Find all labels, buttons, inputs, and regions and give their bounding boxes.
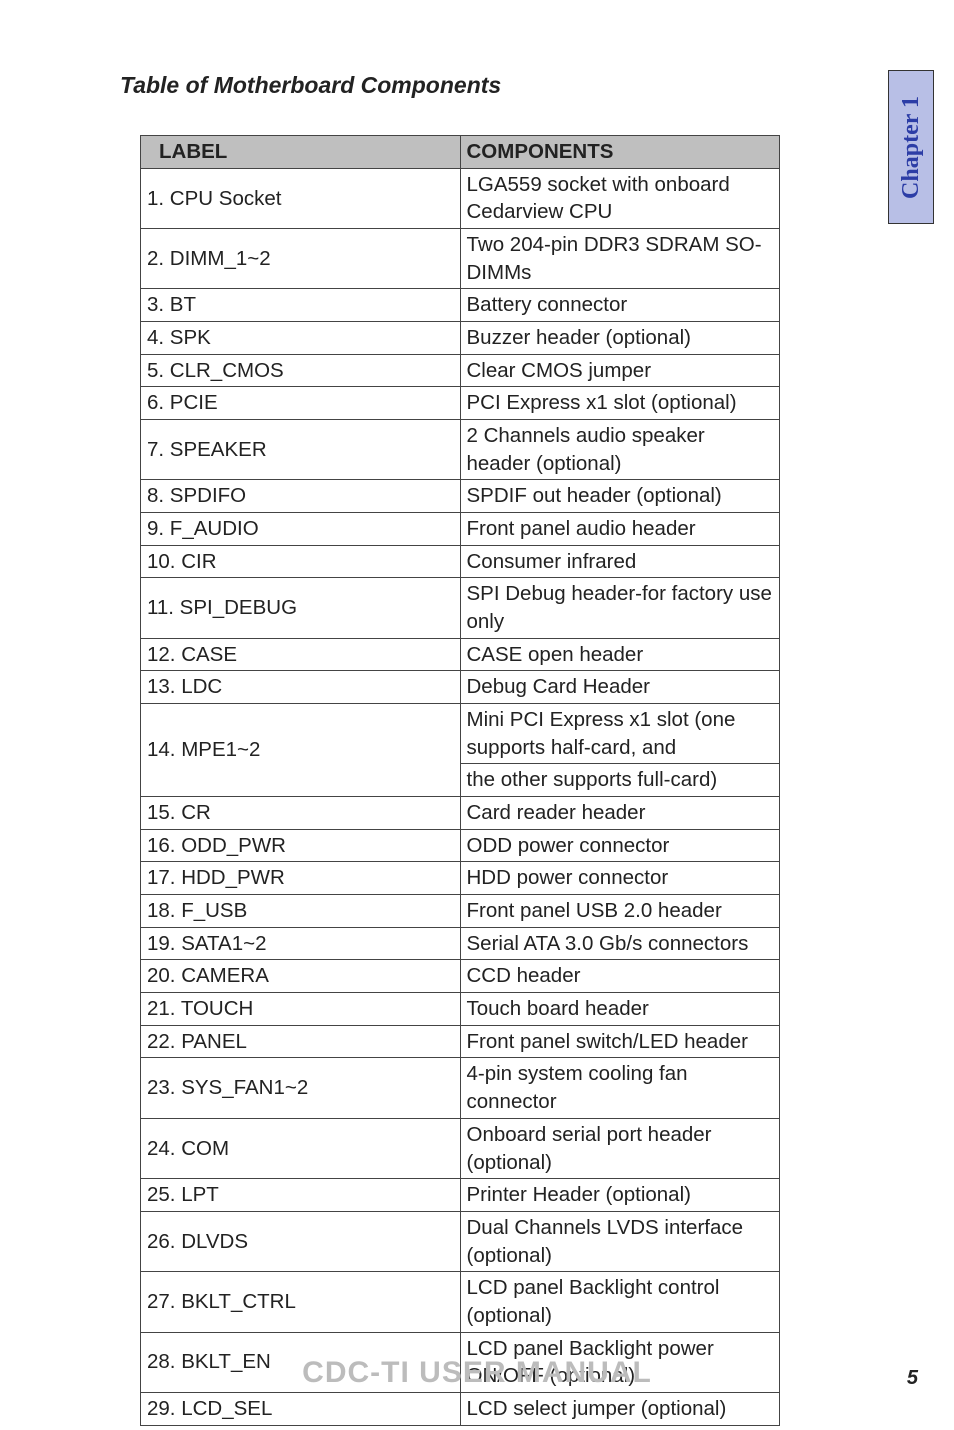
cell-desc: Serial ATA 3.0 Gb/s connectors: [460, 927, 780, 960]
cell-desc: CASE open header: [460, 638, 780, 671]
cell-label: 25. LPT: [141, 1179, 461, 1212]
cell-label: 6. PCIE: [141, 387, 461, 420]
cell-desc: Printer Header (optional): [460, 1179, 780, 1212]
cell-label: 4. SPK: [141, 322, 461, 355]
col-header-components: COMPONENTS: [460, 136, 780, 169]
cell-label: 3. BT: [141, 289, 461, 322]
section-title: Table of Motherboard Components: [120, 72, 834, 99]
cell-label: 21. TOUCH: [141, 993, 461, 1026]
table-row: 29. LCD_SEL LCD select jumper (optional): [141, 1392, 780, 1425]
cell-desc: Front panel switch/LED header: [460, 1025, 780, 1058]
table-row: 23. SYS_FAN1~2 4-pin system cooling fan …: [141, 1058, 780, 1118]
table-row: 24. COM Onboard serial port header (opti…: [141, 1118, 780, 1178]
cell-desc: PCI Express x1 slot (optional): [460, 387, 780, 420]
cell-label: 24. COM: [141, 1118, 461, 1178]
cell-label: 16. ODD_PWR: [141, 829, 461, 862]
cell-desc: the other supports full-card): [460, 764, 780, 797]
table-row: 27. BKLT_CTRL LCD panel Backlight contro…: [141, 1272, 780, 1332]
cell-label: 7. SPEAKER: [141, 420, 461, 480]
cell-label: 13. LDC: [141, 671, 461, 704]
cell-desc: ODD power connector: [460, 829, 780, 862]
cell-desc: 4-pin system cooling fan connector: [460, 1058, 780, 1118]
table-row: 2. DIMM_1~2 Two 204-pin DDR3 SDRAM SO-DI…: [141, 229, 780, 289]
table-row: 20. CAMERA CCD header: [141, 960, 780, 993]
page-number: 5: [907, 1367, 918, 1390]
table-row: 14. MPE1~2 Mini PCI Express x1 slot (one…: [141, 704, 780, 764]
table-row: 17. HDD_PWR HDD power connector: [141, 862, 780, 895]
cell-desc: Dual Channels LVDS interface (optional): [460, 1211, 780, 1271]
cell-label: 15. CR: [141, 797, 461, 830]
cell-label: 29. LCD_SEL: [141, 1392, 461, 1425]
page: Table of Motherboard Components LABEL CO…: [0, 0, 954, 1430]
table-row: 3. BT Battery connector: [141, 289, 780, 322]
cell-desc: Clear CMOS jumper: [460, 354, 780, 387]
table-row: 8. SPDIFO SPDIF out header (optional): [141, 480, 780, 513]
cell-desc: Consumer infrared: [460, 545, 780, 578]
cell-desc: SPI Debug header-for factory use only: [460, 578, 780, 638]
cell-desc: HDD power connector: [460, 862, 780, 895]
table-row: 16. ODD_PWR ODD power connector: [141, 829, 780, 862]
cell-label: 8. SPDIFO: [141, 480, 461, 513]
cell-label: 14. MPE1~2: [141, 704, 461, 797]
cell-desc: CCD header: [460, 960, 780, 993]
cell-desc: 2 Channels audio speaker header (optiona…: [460, 420, 780, 480]
footer-title: CDC-TI USER MANUAL: [0, 1356, 954, 1390]
table-row: 9. F_AUDIO Front panel audio header: [141, 513, 780, 546]
cell-label: 9. F_AUDIO: [141, 513, 461, 546]
cell-label: 27. BKLT_CTRL: [141, 1272, 461, 1332]
cell-desc: LCD panel Backlight control (optional): [460, 1272, 780, 1332]
cell-desc: Two 204-pin DDR3 SDRAM SO-DIMMs: [460, 229, 780, 289]
cell-label: 11. SPI_DEBUG: [141, 578, 461, 638]
cell-desc: Front panel audio header: [460, 513, 780, 546]
cell-desc: SPDIF out header (optional): [460, 480, 780, 513]
table-row: 5. CLR_CMOS Clear CMOS jumper: [141, 354, 780, 387]
chapter-tab-label: Chapter 1: [898, 96, 925, 199]
table-row: 4. SPK Buzzer header (optional): [141, 322, 780, 355]
cell-label: 10. CIR: [141, 545, 461, 578]
table-row: 25. LPT Printer Header (optional): [141, 1179, 780, 1212]
cell-desc: Mini PCI Express x1 slot (one supports h…: [460, 704, 780, 764]
cell-desc: Front panel USB 2.0 header: [460, 895, 780, 928]
cell-desc: LCD select jumper (optional): [460, 1392, 780, 1425]
cell-label: 12. CASE: [141, 638, 461, 671]
cell-desc: Debug Card Header: [460, 671, 780, 704]
cell-desc: Onboard serial port header (optional): [460, 1118, 780, 1178]
table-row: 18. F_USB Front panel USB 2.0 header: [141, 895, 780, 928]
table-header-row: LABEL COMPONENTS: [141, 136, 780, 169]
cell-label: 23. SYS_FAN1~2: [141, 1058, 461, 1118]
cell-label: 5. CLR_CMOS: [141, 354, 461, 387]
cell-desc: Touch board header: [460, 993, 780, 1026]
table-row: 11. SPI_DEBUG SPI Debug header-for facto…: [141, 578, 780, 638]
cell-desc: LGA559 socket with onboard Cedarview CPU: [460, 168, 780, 228]
table-row: 19. SATA1~2 Serial ATA 3.0 Gb/s connecto…: [141, 927, 780, 960]
table-row: 10. CIR Consumer infrared: [141, 545, 780, 578]
cell-label: 1. CPU Socket: [141, 168, 461, 228]
components-table: LABEL COMPONENTS 1. CPU Socket LGA559 so…: [140, 135, 780, 1426]
cell-label: 17. HDD_PWR: [141, 862, 461, 895]
table-row: 6. PCIE PCI Express x1 slot (optional): [141, 387, 780, 420]
cell-desc: Battery connector: [460, 289, 780, 322]
table-row: 12. CASE CASE open header: [141, 638, 780, 671]
table-row: 7. SPEAKER 2 Channels audio speaker head…: [141, 420, 780, 480]
cell-label: 2. DIMM_1~2: [141, 229, 461, 289]
cell-label: 20. CAMERA: [141, 960, 461, 993]
cell-label: 22. PANEL: [141, 1025, 461, 1058]
cell-label: 19. SATA1~2: [141, 927, 461, 960]
table-row: 22. PANEL Front panel switch/LED header: [141, 1025, 780, 1058]
table-row: 26. DLVDS Dual Channels LVDS interface (…: [141, 1211, 780, 1271]
cell-desc: Buzzer header (optional): [460, 322, 780, 355]
col-header-label: LABEL: [141, 136, 461, 169]
table-row: 15. CR Card reader header: [141, 797, 780, 830]
cell-desc: Card reader header: [460, 797, 780, 830]
table-row: 13. LDC Debug Card Header: [141, 671, 780, 704]
cell-label: 26. DLVDS: [141, 1211, 461, 1271]
chapter-tab: Chapter 1: [888, 70, 934, 224]
table-row: 21. TOUCH Touch board header: [141, 993, 780, 1026]
table-row: 1. CPU Socket LGA559 socket with onboard…: [141, 168, 780, 228]
cell-label: 18. F_USB: [141, 895, 461, 928]
